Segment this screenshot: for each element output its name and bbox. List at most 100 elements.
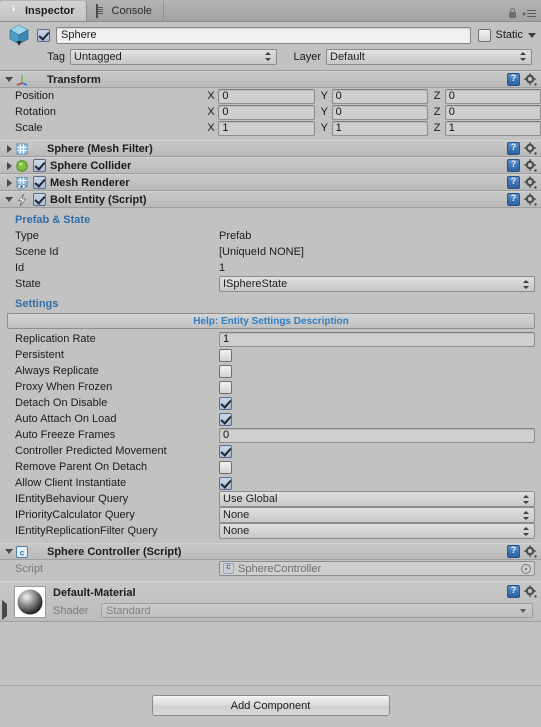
type-value: Prefab (219, 230, 252, 242)
material-shader-row: Shader Standard (53, 603, 541, 618)
bolt-entity-enabled-checkbox[interactable] (33, 193, 46, 206)
axis-x-label: X (207, 90, 215, 102)
position-y-input[interactable]: 0 (331, 88, 428, 104)
help-icon[interactable] (507, 585, 520, 598)
add-component-button[interactable]: Add Component (151, 695, 390, 716)
component-header-mesh-filter[interactable]: Sphere (Mesh Filter) (0, 140, 541, 157)
iprioritycalculator-query-value: None (223, 509, 250, 521)
scale-x-input[interactable]: 1 (218, 120, 315, 136)
gameobject-header: Sphere Static Tag Untagged Layer Default (0, 22, 541, 71)
position-x-input[interactable]: 0 (218, 88, 315, 104)
foldout-sphere-collider[interactable] (3, 161, 15, 170)
help-icon[interactable] (507, 193, 520, 206)
component-actions-mesh-filter (507, 142, 541, 155)
gear-icon[interactable] (524, 159, 537, 172)
hamburger-menu-icon[interactable] (523, 9, 536, 18)
component-header-mesh-renderer[interactable]: Mesh Renderer (0, 174, 541, 191)
updown-arrows-icon (263, 51, 272, 62)
component-header-transform[interactable]: Transform (0, 71, 541, 88)
csharp-script-icon (223, 562, 234, 574)
component-header-sphere-collider[interactable]: Sphere Collider (0, 157, 541, 174)
controller-predicted-movement-checkbox[interactable] (219, 444, 232, 458)
allow-client-instantiate-checkbox[interactable] (219, 476, 232, 490)
ientitybehaviour-query-dropdown[interactable]: Use Global (219, 491, 535, 507)
iprioritycalculator-query-dropdown[interactable]: None (219, 507, 535, 523)
replication-rate-input[interactable]: 1 (219, 331, 535, 347)
position-z-value: 0 (448, 90, 455, 102)
layer-dropdown[interactable]: Default (326, 48, 532, 65)
gameobject-name-value: Sphere (61, 29, 97, 41)
rotation-y-input[interactable]: 0 (331, 104, 428, 120)
foldout-mesh-renderer[interactable] (3, 178, 15, 187)
gear-icon[interactable] (524, 193, 537, 206)
auto-freeze-frames-input[interactable]: 0 (219, 427, 535, 443)
gear-icon[interactable] (524, 545, 537, 558)
always-replicate-checkbox[interactable] (219, 364, 232, 378)
script-object-field[interactable]: SphereController (219, 561, 535, 576)
persistent-checkbox[interactable] (219, 348, 232, 362)
help-icon[interactable] (507, 176, 520, 189)
setting-row-iprioritycalculator-query: IPriorityCalculator Query None (0, 507, 541, 523)
foldout-transform[interactable] (3, 77, 15, 82)
auto-freeze-frames-label: Auto Freeze Frames (15, 429, 116, 441)
lock-icon[interactable] (508, 8, 517, 18)
updown-arrows-icon (521, 526, 530, 537)
component-header-sphere-controller[interactable]: c Sphere Controller (Script) (0, 543, 541, 560)
detach-on-disable-checkbox[interactable] (219, 396, 232, 410)
setting-row-remove-parent-on-detach: Remove Parent On Detach (0, 459, 541, 475)
rotation-y-value: 0 (335, 106, 342, 118)
scale-label: Scale (15, 122, 43, 134)
help-icon[interactable] (507, 142, 520, 155)
help-entity-settings-box[interactable]: Help: Entity Settings Description (7, 313, 535, 329)
tag-dropdown[interactable]: Untagged (70, 48, 277, 65)
tab-inspector[interactable]: Inspector (0, 1, 87, 21)
gear-icon[interactable] (524, 176, 537, 189)
gameobject-enabled-checkbox[interactable] (37, 28, 50, 42)
help-icon[interactable] (507, 545, 520, 558)
rotation-label: Rotation (15, 106, 56, 118)
bolt-id-row: Id 1 (0, 260, 541, 276)
foldout-sphere-controller[interactable] (3, 549, 15, 554)
foldout-bolt-entity[interactable] (3, 197, 15, 202)
scale-y-input[interactable]: 1 (331, 120, 428, 136)
chevron-down-icon[interactable] (528, 32, 536, 38)
help-icon[interactable] (507, 159, 520, 172)
component-title-mesh-renderer: Mesh Renderer (50, 176, 130, 189)
bolt-scene-id-row: Scene Id [UniqueId NONE] (0, 244, 541, 260)
foldout-mesh-filter[interactable] (3, 144, 15, 153)
static-checkbox[interactable] (478, 28, 492, 42)
shader-dropdown[interactable]: Standard (101, 603, 533, 618)
sphere-controller-script-row: Script SphereController (0, 560, 541, 577)
remove-parent-on-detach-label: Remove Parent On Detach (15, 461, 148, 473)
auto-freeze-frames-value: 0 (223, 429, 230, 441)
gameobject-name-input[interactable]: Sphere (56, 26, 472, 44)
component-actions-mesh-renderer (507, 176, 541, 189)
scale-z-input[interactable]: 1 (444, 120, 541, 136)
iprioritycalculator-query-label: IPriorityCalculator Query (15, 509, 135, 521)
ientityreplicationfilter-query-dropdown[interactable]: None (219, 523, 535, 539)
gear-icon[interactable] (524, 142, 537, 155)
auto-attach-on-load-checkbox[interactable] (219, 412, 232, 426)
proxy-when-frozen-checkbox[interactable] (219, 380, 232, 394)
object-picker-icon[interactable] (521, 563, 531, 574)
position-z-input[interactable]: 0 (444, 88, 541, 104)
static-label: Static (495, 29, 523, 41)
component-header-bolt-entity[interactable]: Bolt Entity (Script) (0, 191, 541, 208)
tabbar-actions (508, 8, 541, 21)
rotation-z-input[interactable]: 0 (444, 104, 541, 120)
gear-icon[interactable] (524, 585, 537, 598)
material-block[interactable]: Default-Material Shader Standard (0, 581, 541, 622)
mesh-renderer-enabled-checkbox[interactable] (33, 176, 46, 189)
foldout-material[interactable] (2, 600, 7, 620)
axis-y-label: Y (320, 106, 328, 118)
state-dropdown[interactable]: ISphereState (219, 276, 535, 292)
gear-icon[interactable] (524, 73, 537, 86)
rotation-z-value: 0 (448, 106, 455, 118)
rotation-x-input[interactable]: 0 (218, 104, 315, 120)
updown-arrows-icon (521, 279, 530, 290)
component-actions-bolt-entity (507, 193, 541, 206)
sphere-collider-enabled-checkbox[interactable] (33, 159, 46, 172)
remove-parent-on-detach-checkbox[interactable] (219, 460, 232, 474)
help-icon[interactable] (507, 73, 520, 86)
tab-console[interactable]: Console (87, 1, 164, 21)
